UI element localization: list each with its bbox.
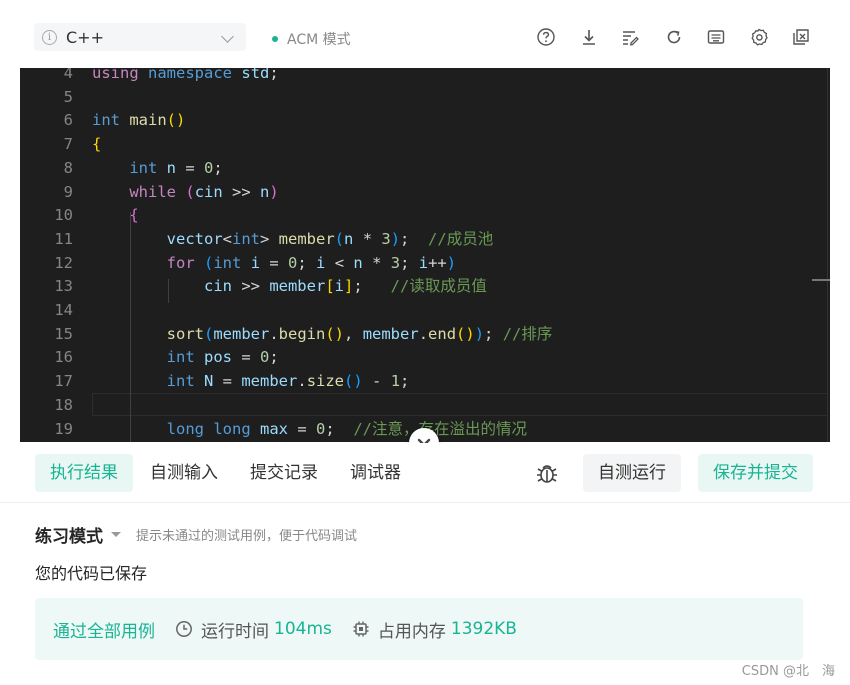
result-summary: 通过全部用例 运行时间 104ms 占用内存 1392KB	[35, 598, 803, 660]
line-number: 17	[54, 372, 73, 391]
clock-icon	[176, 621, 192, 637]
watermark: CSDN @北 海	[741, 664, 835, 679]
chip-icon	[353, 621, 369, 637]
shortcut-icon[interactable]	[706, 27, 726, 47]
line-number: 10	[54, 206, 73, 225]
memory-metric: 占用内存 1392KB	[352, 617, 517, 642]
code-text[interactable]: long long max = 0; //注意，存在溢出的情况	[92, 417, 527, 441]
code-text[interactable]: for (int i = 0; i < n * 3; i++)	[92, 251, 456, 275]
code-text[interactable]: {	[92, 132, 101, 156]
memory-label: 占用内存	[377, 621, 446, 642]
line-number: 15	[54, 324, 73, 343]
caret-down-icon	[111, 532, 121, 537]
code-text[interactable]: int N = member.size() - 1;	[92, 369, 410, 393]
tab-custom-input[interactable]: 自测输入	[135, 454, 233, 492]
tab-debugger[interactable]: 调试器	[335, 454, 416, 492]
console-tabs: 执行结果 自测输入 提交记录 调试器 自测运行 保存并提交	[0, 443, 850, 503]
runtime-label: 运行时间	[201, 621, 269, 642]
line-number: 14	[54, 301, 73, 319]
line-number: 11	[54, 229, 73, 248]
code-text[interactable]: int pos = 0;	[92, 345, 279, 369]
acm-mode-indicator: ACM 模式	[272, 29, 351, 49]
bug-icon[interactable]	[535, 461, 559, 485]
tab-submission-history[interactable]: 提交记录	[235, 454, 333, 492]
line-number: 19	[54, 419, 73, 438]
memory-value: 1392KB	[450, 619, 517, 639]
pass-status: 通过全部用例	[53, 621, 155, 642]
run-test-button[interactable]: 自测运行	[583, 454, 681, 492]
line-number: 12	[54, 253, 73, 272]
code-editor[interactable]: 4 using namespace std; 5 6 int main() 7{8 int…	[20, 68, 830, 442]
language-select[interactable]: i C++	[34, 23, 246, 51]
code-text[interactable]: vector<int> member(n * 3); //成员池	[92, 227, 494, 251]
code-line[interactable]: 7{	[20, 132, 830, 156]
code-line[interactable]: 6 int main()	[20, 108, 830, 132]
code-line[interactable]: 11 vector<int> member(n * 3); //成员池	[20, 227, 830, 251]
runtime-value: 104ms	[274, 619, 332, 639]
code-text[interactable]: {	[92, 203, 138, 227]
reset-icon[interactable]	[664, 27, 684, 47]
code-line[interactable]: 14	[20, 298, 830, 322]
fullscreen-exit-icon[interactable]	[791, 27, 811, 47]
chevron-down-icon	[221, 30, 234, 43]
practice-mode-selector[interactable]: 练习模式 提示未通过的测试用例，便于代码调试	[35, 522, 357, 547]
mode-label: ACM 模式	[287, 32, 351, 48]
line-number: 9	[63, 182, 73, 201]
code-line[interactable]: 4 using namespace std;	[20, 68, 830, 85]
saved-message: 您的代码已保存	[35, 564, 148, 583]
format-icon[interactable]	[620, 27, 640, 47]
runtime-metric: 运行时间 104ms	[175, 617, 332, 642]
line-number: 16	[54, 348, 73, 367]
line-number: 5	[63, 87, 73, 106]
status-dot	[272, 36, 278, 42]
info-icon: i	[42, 29, 57, 45]
practice-mode-hint: 提示未通过的测试用例，便于代码调试	[136, 529, 358, 544]
line-number: 6	[63, 111, 73, 130]
line-number: 4	[63, 68, 73, 82]
code-line[interactable]: 17 int N = member.size() - 1;	[20, 369, 830, 393]
code-text[interactable]: sort(member.begin(), member.end()); //排序	[92, 322, 553, 346]
code-text[interactable]: using namespace std;	[92, 68, 279, 85]
code-text[interactable]: int n = 0;	[92, 156, 222, 180]
code-text[interactable]: while (cin >> n)	[92, 180, 278, 204]
download-icon[interactable]	[579, 27, 599, 47]
code-line[interactable]: 15 sort(member.begin(), member.end()); /…	[20, 322, 830, 346]
line-number: 8	[63, 158, 73, 177]
code-line[interactable]: 12 for (int i = 0; i < n * 3; i++)	[20, 251, 830, 275]
code-line[interactable]: 18	[20, 393, 830, 417]
language-label: C++	[66, 27, 104, 47]
save-submit-button[interactable]: 保存并提交	[698, 454, 813, 492]
code-line[interactable]: 8 int n = 0;	[20, 156, 830, 180]
code-line[interactable]: 9 while (cin >> n)	[20, 180, 830, 204]
code-text[interactable]: cin >> member[i]; //读取成员值	[92, 274, 487, 298]
settings-icon[interactable]	[749, 27, 769, 47]
line-number: 13	[54, 277, 73, 296]
code-text[interactable]: int main()	[92, 108, 185, 132]
line-number: 18	[54, 395, 73, 414]
line-number: 7	[63, 135, 73, 154]
help-icon[interactable]	[536, 27, 556, 47]
code-line[interactable]: 10 {	[20, 203, 830, 227]
code-line[interactable]: 16 int pos = 0;	[20, 345, 830, 369]
editor-toolbar: i C++ ACM 模式	[0, 0, 850, 68]
code-line[interactable]: 13 cin >> member[i]; //读取成员值	[20, 274, 830, 298]
practice-mode-title: 练习模式	[35, 527, 103, 547]
tab-result[interactable]: 执行结果	[35, 454, 133, 492]
code-line[interactable]: 5	[20, 85, 830, 109]
